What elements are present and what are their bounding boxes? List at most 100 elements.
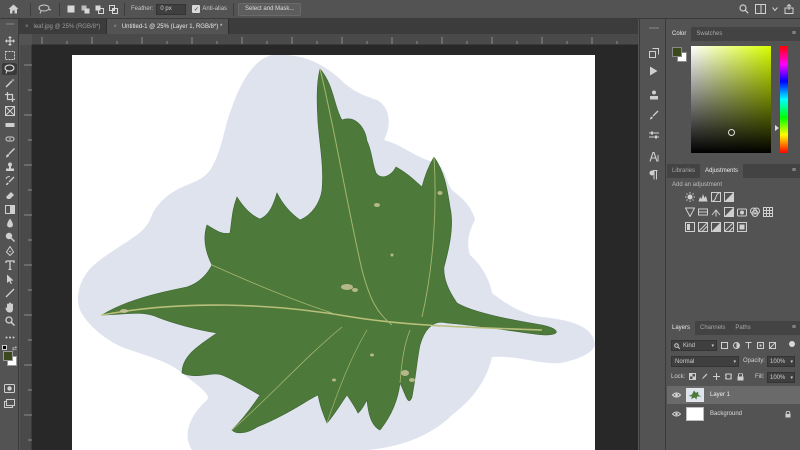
hue-slider[interactable] <box>780 46 788 153</box>
path-selection-tool[interactable] <box>2 273 17 285</box>
actions-panel-button[interactable] <box>647 65 660 77</box>
layer-row[interactable]: Background <box>667 405 800 423</box>
type-filter-icon[interactable] <box>745 342 752 349</box>
type-tool[interactable] <box>2 259 17 271</box>
brushes-panel-button[interactable] <box>647 109 660 121</box>
tab-libraries[interactable]: Libraries <box>667 164 700 178</box>
tab-paths[interactable]: Paths <box>730 321 755 335</box>
screen-mode-button[interactable] <box>2 397 17 409</box>
layer-filter-dropdown[interactable]: Kind ▾ <box>671 340 717 351</box>
paths-panel-button[interactable] <box>647 129 660 141</box>
add-selection-button[interactable] <box>78 2 92 17</box>
visibility-eye-icon[interactable] <box>670 411 682 417</box>
curves-icon[interactable] <box>711 192 721 202</box>
brightness-icon[interactable] <box>685 192 695 202</box>
brush-tool[interactable] <box>2 147 17 159</box>
edit-toolbar-button[interactable] <box>2 331 17 343</box>
dodge-tool[interactable] <box>2 231 17 243</box>
adjustment-filter-icon[interactable] <box>733 342 740 349</box>
home-button[interactable] <box>0 2 26 17</box>
lasso-tool[interactable] <box>2 63 17 75</box>
layer-name[interactable]: Layer 1 <box>710 392 730 398</box>
color-lookup-icon[interactable] <box>763 207 773 217</box>
move-tool[interactable] <box>2 35 17 47</box>
search-icon[interactable] <box>739 4 749 14</box>
hue-saturation-icon[interactable] <box>698 207 708 217</box>
properties-panel-button[interactable] <box>647 89 660 101</box>
tab-adjustments[interactable]: Adjustments <box>700 164 744 178</box>
exposure-icon[interactable] <box>724 192 734 202</box>
shape-filter-icon[interactable] <box>757 342 764 349</box>
toolbar-collapse-handle[interactable] <box>2 21 17 27</box>
black-white-icon[interactable] <box>724 207 734 217</box>
antialias-checkbox[interactable]: ✓ Anti-alias <box>192 5 227 13</box>
smart-object-filter-icon[interactable] <box>769 342 776 349</box>
invert-icon[interactable] <box>685 222 695 232</box>
panel-menu-icon[interactable]: ≡ <box>792 167 796 174</box>
levels-icon[interactable] <box>698 192 708 202</box>
pen-tool[interactable] <box>2 245 17 257</box>
foreground-color-swatch[interactable] <box>3 351 13 361</box>
tab-color[interactable]: Color <box>667 27 692 41</box>
posterize-icon[interactable] <box>698 222 708 232</box>
horizontal-ruler[interactable] <box>32 34 638 45</box>
tab-channels[interactable]: Channels <box>695 321 730 335</box>
history-brush-tool[interactable] <box>2 175 17 187</box>
vibrance-icon[interactable] <box>685 207 695 217</box>
zoom-tool[interactable] <box>2 315 17 327</box>
close-icon[interactable]: × <box>113 24 117 30</box>
marquee-tool[interactable] <box>2 49 17 61</box>
healing-brush-tool[interactable] <box>2 133 17 145</box>
hand-tool[interactable] <box>2 301 17 313</box>
close-icon[interactable]: × <box>25 24 29 30</box>
foreground-background-picker[interactable] <box>672 47 688 63</box>
canvas-area[interactable] <box>32 45 638 450</box>
gradient-map-icon[interactable] <box>724 222 734 232</box>
threshold-icon[interactable] <box>711 222 721 232</box>
panel-menu-icon[interactable]: ≡ <box>792 30 796 37</box>
layer-name[interactable]: Background <box>710 411 742 417</box>
layer-row[interactable]: Layer 1 <box>667 386 800 404</box>
intersect-selection-button[interactable] <box>106 2 120 17</box>
new-selection-button[interactable] <box>64 2 78 17</box>
eraser-tool[interactable] <box>2 189 17 201</box>
paragraph-panel-button[interactable] <box>647 169 660 181</box>
photo-filter-icon[interactable] <box>737 207 747 217</box>
select-and-mask-button[interactable]: Select and Mask... <box>238 2 302 16</box>
pixel-filter-icon[interactable] <box>721 342 728 349</box>
lock-all-icon[interactable] <box>737 373 744 381</box>
quick-mask-button[interactable] <box>2 382 17 394</box>
document-canvas[interactable] <box>72 55 595 450</box>
eyedropper-tool[interactable] <box>2 119 17 131</box>
lasso-preset-picker[interactable] <box>35 2 55 17</box>
vertical-ruler[interactable] <box>20 45 32 450</box>
default-colors-icon[interactable] <box>2 345 7 350</box>
color-picker-cursor[interactable] <box>728 129 735 136</box>
lock-pixels-icon[interactable] <box>701 373 708 380</box>
feather-input[interactable]: 0 px <box>156 3 187 15</box>
chevron-down-icon[interactable] <box>772 6 778 12</box>
fill-input[interactable]: 100% ▾ <box>767 372 795 383</box>
line-tool[interactable] <box>2 287 17 299</box>
channel-mixer-icon[interactable] <box>750 207 760 217</box>
history-panel-button[interactable] <box>647 47 660 59</box>
character-panel-button[interactable] <box>647 151 660 163</box>
stamp-tool[interactable] <box>2 161 17 173</box>
foreground-color-swatch[interactable] <box>672 47 682 57</box>
quick-selection-tool[interactable] <box>2 77 17 89</box>
lock-position-icon[interactable] <box>713 373 720 380</box>
blend-mode-dropdown[interactable]: Normal ▾ <box>671 356 739 367</box>
share-icon[interactable] <box>784 4 794 14</box>
panel-menu-icon[interactable]: ≡ <box>792 324 796 331</box>
filter-toggle[interactable] <box>789 341 795 347</box>
tab-leaf[interactable]: × leaf.jpg @ 25% (RGB/8*) <box>19 19 108 34</box>
collapse-handle[interactable] <box>647 25 660 31</box>
color-balance-icon[interactable] <box>711 207 721 217</box>
visibility-eye-icon[interactable] <box>670 392 682 398</box>
tab-untitled[interactable]: × Untitled-1 @ 25% (Layer 1, RGB/8*) * <box>107 19 230 34</box>
workspace-icon[interactable] <box>755 4 766 14</box>
tab-layers[interactable]: Layers <box>667 321 696 335</box>
crop-tool[interactable] <box>2 91 17 103</box>
subtract-selection-button[interactable] <box>92 2 106 17</box>
opacity-input[interactable]: 100% ▾ <box>767 356 795 367</box>
